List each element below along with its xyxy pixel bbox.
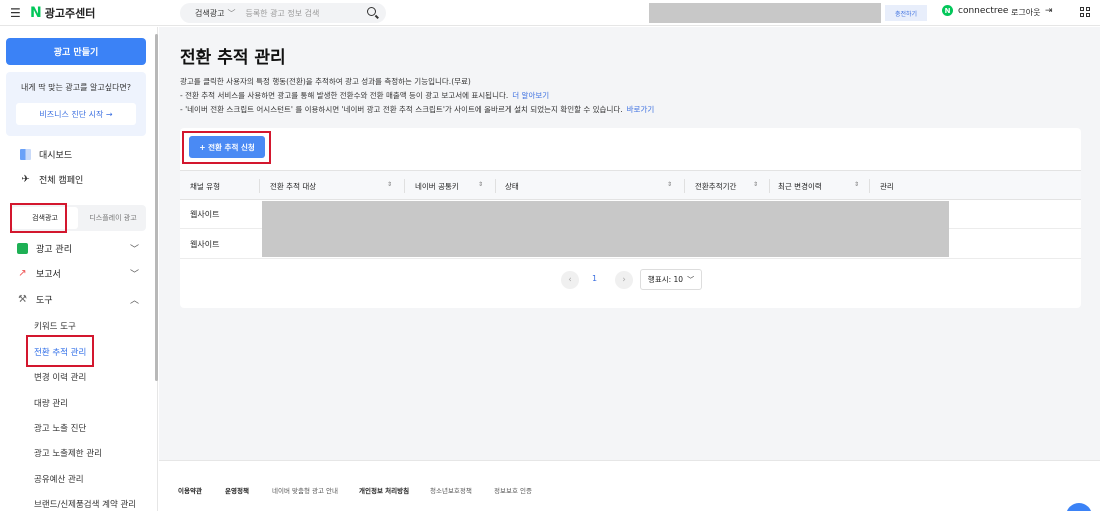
page-title: 전환 추적 관리 bbox=[180, 48, 286, 68]
sidebar-item-ad-manage[interactable]: 광고 관리 bbox=[17, 242, 72, 255]
page-number[interactable]: 1 bbox=[592, 274, 597, 283]
logo[interactable]: N 광고주센터 bbox=[30, 5, 95, 21]
sidebar-subitem-exposure-limit[interactable]: 광고 노출제한 관리 bbox=[34, 447, 102, 459]
chart-icon: ↗ bbox=[18, 268, 27, 279]
column-divider bbox=[495, 179, 496, 193]
next-page-button[interactable]: › bbox=[615, 271, 633, 289]
top-bar: ☰ N 광고주센터 검색광고 ﹀ 등록한 광고 정보 검색 충전하기 N con… bbox=[0, 0, 1100, 26]
sidebar-subitem-exposure-diagnosis[interactable]: 광고 노출 진단 bbox=[34, 422, 86, 434]
search-box[interactable]: 검색광고 ﹀ 등록한 광고 정보 검색 bbox=[180, 3, 386, 23]
search-input[interactable]: 등록한 광고 정보 검색 bbox=[245, 8, 386, 19]
sidebar-item-all-campaigns[interactable]: ✈ 전체 캠페인 bbox=[20, 173, 83, 186]
rows-per-page-select[interactable]: 행표시: 10 ﹀ bbox=[640, 269, 702, 290]
sidebar-subitem-bulk-manage[interactable]: 대량 관리 bbox=[34, 397, 68, 409]
column-divider bbox=[259, 179, 260, 193]
footer-link-custom-ads[interactable]: 네이버 맞춤형 광고 안내 bbox=[272, 485, 338, 495]
column-divider bbox=[404, 179, 405, 193]
footer-link-security-cert[interactable]: 정보보호 인증 bbox=[494, 485, 532, 495]
naver-logo-icon: N bbox=[30, 5, 42, 21]
rocket-icon: ✈ bbox=[21, 174, 30, 185]
channel-cell: 웹사이트 bbox=[190, 240, 220, 249]
account-name: connectree bbox=[958, 5, 1009, 16]
sidebar-subitem-shared-budget[interactable]: 공유예산 관리 bbox=[34, 473, 84, 485]
business-diagnosis-button[interactable]: 비즈니스 진단 시작 → bbox=[16, 103, 136, 125]
chevron-up-icon[interactable]: ︿ bbox=[130, 293, 139, 306]
promo-text: 내게 딱 맞는 광고를 알고싶다면? bbox=[20, 83, 132, 92]
description-text: - 전환 추적 서비스를 사용하면 광고를 통해 발생한 전환수와 전환 매출액… bbox=[180, 91, 509, 100]
sidebar-item-label: 대시보드 bbox=[39, 151, 73, 161]
column-divider bbox=[684, 179, 685, 193]
column-header-period[interactable]: 전환추적기간 bbox=[695, 171, 736, 201]
logout-icon[interactable]: ⇥ bbox=[1045, 6, 1053, 16]
tab-display-ads[interactable]: 디스플레이 광고 bbox=[80, 205, 146, 231]
sidebar-item-label: 광고 관리 bbox=[36, 245, 72, 255]
channel-cell: 웹사이트 bbox=[190, 210, 220, 219]
sidebar-item-tools[interactable]: ⚒ 도구 bbox=[17, 293, 53, 306]
redacted-area bbox=[262, 201, 949, 257]
rows-per-page-label: 행표시: 10 bbox=[647, 275, 684, 284]
account-logo-icon: N bbox=[942, 5, 953, 16]
sidebar-item-label: 도구 bbox=[36, 296, 53, 306]
sidebar-subitem-brand-contract[interactable]: 브랜드/신제품검색 계약 관리 bbox=[34, 498, 136, 510]
app-title: 광고주센터 bbox=[44, 7, 96, 20]
sort-icon[interactable]: ⇕ bbox=[854, 181, 859, 188]
highlight-box bbox=[182, 131, 271, 164]
footer-link-policy[interactable]: 운영정책 bbox=[225, 485, 249, 495]
description-line: 광고를 클릭한 사용자의 특정 행동(전환)을 추적하여 광고 성과를 측정하는… bbox=[180, 77, 471, 86]
table-header: 채널 유형 전환 추적 대상 ⇕ 네이버 공통키 ⇕ 상태 ⇕ 전환추적기간 ⇕… bbox=[180, 170, 1081, 200]
sidebar-item-label: 보고서 bbox=[36, 270, 61, 280]
footer-link-privacy[interactable]: 개인정보 처리방침 bbox=[359, 485, 409, 495]
description-text: - '네이버 전환 스크립트 어시스턴트' 를 이용하시면 '네이버 광고 전환… bbox=[180, 105, 623, 114]
column-divider bbox=[869, 179, 870, 193]
column-header-manage: 관리 bbox=[880, 181, 894, 191]
apps-grid-icon[interactable] bbox=[1080, 7, 1090, 17]
wrench-icon: ⚒ bbox=[18, 294, 27, 305]
create-ad-button[interactable]: 광고 만들기 bbox=[6, 38, 146, 65]
column-header-naver-key[interactable]: 네이버 공통키 bbox=[415, 171, 459, 201]
sidebar-item-dashboard[interactable]: 대시보드 bbox=[20, 148, 72, 161]
sort-icon[interactable]: ⇕ bbox=[753, 181, 758, 188]
highlight-box bbox=[26, 335, 94, 367]
footer-link-terms[interactable]: 이용약관 bbox=[178, 485, 202, 495]
column-header-channel: 채널 유형 bbox=[190, 181, 220, 191]
sidebar-subitem-keyword-tool[interactable]: 키워드 도구 bbox=[34, 320, 76, 332]
chevron-down-icon[interactable]: ﹀ bbox=[130, 242, 139, 255]
prev-page-button[interactable]: ‹ bbox=[561, 271, 579, 289]
sort-icon[interactable]: ⇕ bbox=[387, 181, 392, 188]
sort-icon[interactable]: ⇕ bbox=[667, 181, 672, 188]
redacted-area bbox=[649, 3, 881, 23]
chevron-down-icon[interactable]: ﹀ bbox=[130, 267, 139, 280]
footer-link-youth[interactable]: 청소년보호정책 bbox=[430, 485, 472, 495]
dashboard-icon bbox=[20, 149, 31, 160]
search-type-select[interactable]: 검색광고 bbox=[195, 8, 224, 19]
column-header-recent-change[interactable]: 최근 변경이력 bbox=[778, 171, 822, 201]
sort-icon[interactable]: ⇕ bbox=[478, 181, 483, 188]
charge-button[interactable]: 충전하기 bbox=[885, 5, 927, 21]
column-header-target[interactable]: 전환 추적 대상 bbox=[270, 171, 316, 201]
chevron-down-icon[interactable]: ﹀ bbox=[227, 8, 235, 19]
highlight-box bbox=[10, 203, 67, 233]
learn-more-link[interactable]: 더 알아보기 bbox=[512, 91, 549, 100]
search-icon[interactable] bbox=[367, 7, 376, 16]
sidebar-item-report[interactable]: ↗ 보고서 bbox=[17, 267, 61, 280]
ad-manage-icon bbox=[17, 243, 28, 254]
sidebar-subitem-change-history[interactable]: 변경 이력 관리 bbox=[34, 371, 86, 383]
sidebar-item-label: 전체 캠페인 bbox=[39, 176, 84, 186]
shortcut-link[interactable]: 바로가기 bbox=[627, 105, 655, 114]
menu-icon[interactable]: ☰ bbox=[10, 6, 21, 20]
column-divider bbox=[769, 179, 770, 193]
column-header-status[interactable]: 상태 bbox=[505, 171, 519, 201]
logout-link[interactable]: 로그아웃 bbox=[1011, 7, 1040, 18]
chevron-down-icon: ﹀ bbox=[687, 275, 695, 284]
description-line: - '네이버 전환 스크립트 어시스턴트' 를 이용하시면 '네이버 광고 전환… bbox=[180, 104, 654, 115]
promo-box: 내게 딱 맞는 광고를 알고싶다면? 비즈니스 진단 시작 → bbox=[6, 72, 146, 136]
description-line: - 전환 추적 서비스를 사용하면 광고를 통해 발생한 전환수와 전환 매출액… bbox=[180, 90, 549, 101]
sidebar-scrollbar[interactable] bbox=[155, 34, 158, 381]
account-info[interactable]: N connectree bbox=[942, 5, 1008, 16]
